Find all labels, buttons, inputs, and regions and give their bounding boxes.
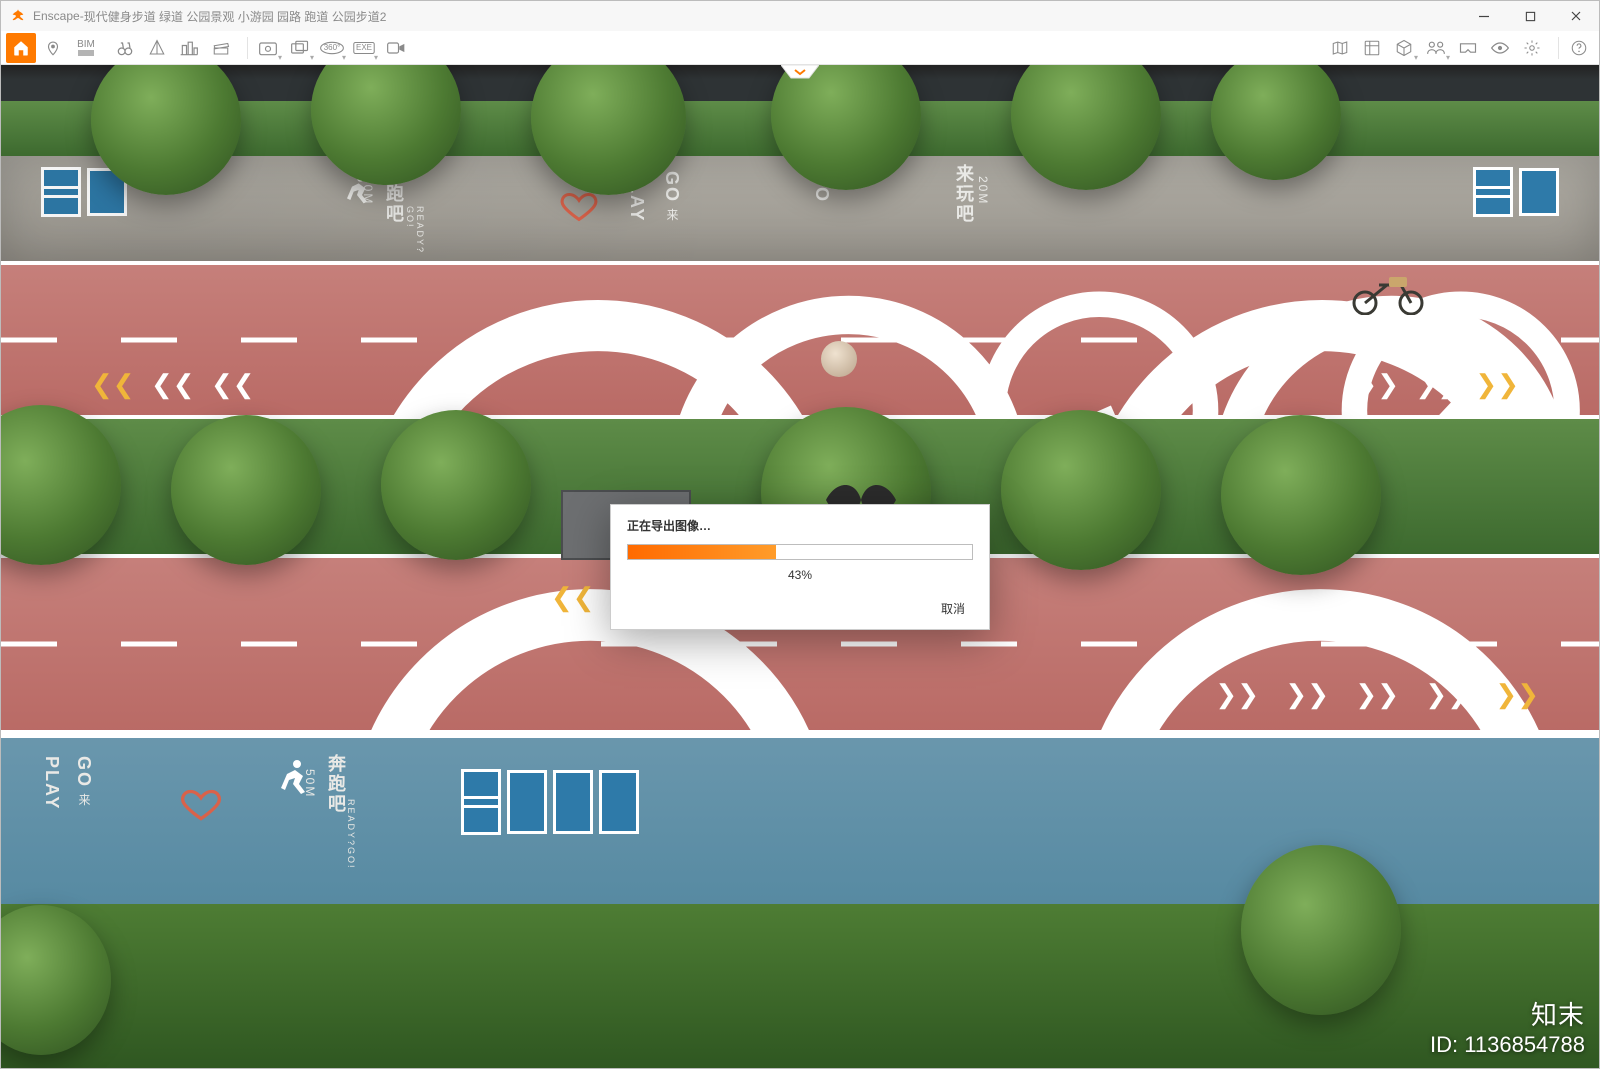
progress-fill bbox=[628, 545, 776, 559]
toolbar: BIM ▾ ▾ bbox=[1, 31, 1599, 65]
floor-play-cn-small: 来玩吧 bbox=[954, 164, 974, 224]
pedestrian-icon bbox=[821, 341, 857, 377]
chevron-down-icon: ▾ bbox=[310, 54, 314, 62]
floor-run-cn-b: 奔跑吧 bbox=[326, 754, 346, 814]
exe-export-button[interactable]: EXE ▾ bbox=[349, 33, 379, 63]
title-file: 现代健身步道 绿道 公园景观 小游园 园路 跑道 公园步道2 bbox=[84, 8, 387, 25]
general-settings-button[interactable] bbox=[1517, 33, 1547, 63]
help-button[interactable] bbox=[1564, 33, 1594, 63]
visual-settings-button[interactable] bbox=[1485, 33, 1515, 63]
title-bar: Enscape - 现代健身步道 绿道 公园景观 小游园 园路 跑道 公园步道2 bbox=[1, 1, 1599, 31]
panorama-label: 360° bbox=[324, 43, 341, 52]
chevron-down-icon: ▾ bbox=[342, 54, 346, 62]
bim-mode-button[interactable]: BIM bbox=[70, 33, 102, 63]
hopscotch-icon bbox=[1473, 168, 1559, 216]
window-close-button[interactable] bbox=[1553, 1, 1599, 31]
arrow-icon: ❯❯ bbox=[1215, 679, 1259, 710]
exe-label: EXE bbox=[356, 43, 372, 52]
chevron-down-icon: ▾ bbox=[374, 54, 378, 62]
app-logo-icon bbox=[9, 7, 27, 25]
asset-library-button[interactable] bbox=[1357, 33, 1387, 63]
home-button[interactable] bbox=[6, 33, 36, 63]
video-export-button[interactable] bbox=[381, 33, 411, 63]
dialog-title: 正在导出图像… bbox=[627, 517, 973, 534]
window-minimize-button[interactable] bbox=[1461, 1, 1507, 31]
cube-button[interactable]: ▾ bbox=[1389, 33, 1419, 63]
watermark-id: ID: 1136854788 bbox=[1430, 1032, 1585, 1058]
arrow-icon: ❮❮ bbox=[211, 369, 255, 400]
watermark-brand: 知末 bbox=[1430, 995, 1585, 1032]
arrow-icon: ❯❯ bbox=[1425, 679, 1469, 710]
hopscotch-icon bbox=[461, 770, 639, 834]
cancel-button[interactable]: 取消 bbox=[933, 598, 973, 619]
app-window: Enscape - 现代健身步道 绿道 公园景观 小游园 园路 跑道 公园步道2… bbox=[0, 0, 1600, 1069]
screenshot-button[interactable]: ▾ bbox=[253, 33, 283, 63]
binoculars-button[interactable] bbox=[110, 33, 140, 63]
floor-play-cn-b: 来 bbox=[77, 793, 91, 807]
panorama-360-button[interactable]: 360° ▾ bbox=[317, 33, 347, 63]
map-button[interactable] bbox=[1325, 33, 1355, 63]
chevron-down-icon: ▾ bbox=[1414, 54, 1418, 62]
batch-render-button[interactable]: ▾ bbox=[285, 33, 315, 63]
toolbar-separator bbox=[247, 37, 248, 59]
city-button[interactable] bbox=[174, 33, 204, 63]
toolbar-separator bbox=[1558, 37, 1559, 59]
compass-button[interactable] bbox=[142, 33, 172, 63]
arrow-icon: ❮❮ bbox=[151, 369, 195, 400]
progress-percent-label: 43% bbox=[627, 568, 973, 582]
floor-ready: READY?GO! bbox=[405, 206, 425, 254]
clapper-button[interactable] bbox=[206, 33, 236, 63]
arrow-icon: ❯❯ bbox=[1355, 369, 1399, 400]
hopscotch-icon bbox=[41, 168, 127, 216]
title-app: Enscape bbox=[33, 9, 80, 23]
floor-ready-b: READY?GO! bbox=[346, 799, 356, 870]
floor-50m-b: 50M bbox=[303, 769, 317, 798]
progress-bar bbox=[627, 544, 973, 560]
vr-headset-button[interactable] bbox=[1453, 33, 1483, 63]
arrow-icon: ❮❮ bbox=[91, 369, 135, 400]
viewport-pulldown-handle[interactable] bbox=[781, 65, 819, 79]
floor-play-b: PLAY bbox=[42, 756, 62, 810]
window-maximize-button[interactable] bbox=[1507, 1, 1553, 31]
floor-play-cn: 来 bbox=[665, 208, 679, 222]
bim-label: BIM bbox=[77, 40, 95, 50]
location-pin-button[interactable] bbox=[38, 33, 68, 63]
floor-go-b: GO bbox=[74, 756, 94, 788]
heart-rings-icon bbox=[176, 782, 226, 826]
arrow-icon: ❯❯ bbox=[1355, 679, 1399, 710]
arrow-icon: ❯❯ bbox=[1415, 369, 1459, 400]
chevron-down-icon: ▾ bbox=[278, 54, 282, 62]
arrow-icon: ❮❮ bbox=[551, 582, 595, 613]
floor-go: GO bbox=[662, 171, 682, 203]
collaboration-button[interactable]: ▾ bbox=[1421, 33, 1451, 63]
arrow-icon: ❯❯ bbox=[1285, 679, 1329, 710]
watermark: 知末 ID: 1136854788 bbox=[1430, 995, 1585, 1058]
export-progress-dialog: 正在导出图像… 43% 取消 bbox=[610, 504, 990, 630]
floor-20m: 20M bbox=[976, 176, 990, 205]
render-viewport[interactable]: 奔跑吧 READY?GO! 50M PLAY GO 来 bbox=[1, 65, 1599, 1068]
bike-track-upper: ❮❮ ❮❮ ❮❮ ❯❯ ❯❯ ❯❯ bbox=[1, 261, 1599, 419]
arrow-icon: ❯❯ bbox=[1475, 369, 1519, 400]
cyclist-icon bbox=[1349, 275, 1429, 315]
arrow-icon: ❯❯ bbox=[1495, 679, 1539, 710]
chevron-down-icon: ▾ bbox=[1446, 54, 1450, 62]
